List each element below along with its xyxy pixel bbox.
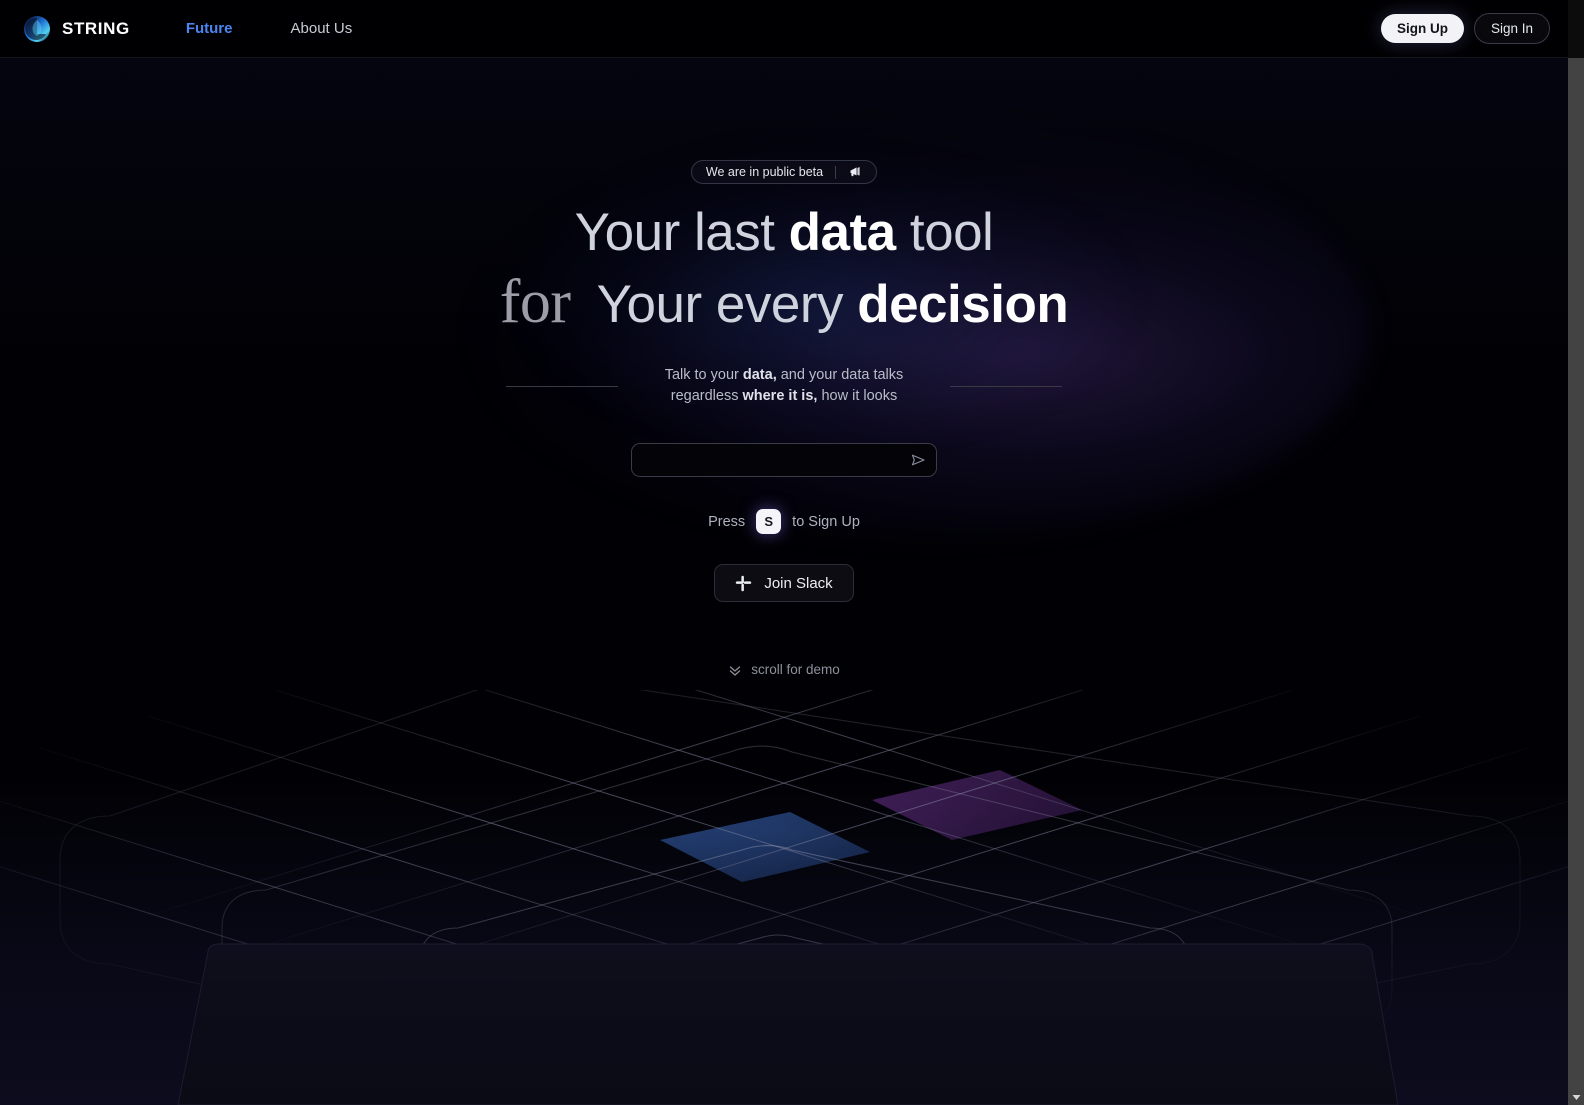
- vertical-scrollbar[interactable]: [1568, 58, 1584, 1105]
- headline-word-for: for: [499, 268, 571, 336]
- join-slack-button[interactable]: Join Slack: [714, 564, 854, 603]
- page-root: STRING Future About Us Sign Up Sign In W…: [0, 0, 1584, 1105]
- subtitle-bold-1: data,: [742, 367, 777, 383]
- public-beta-badge[interactable]: We are in public beta: [690, 160, 878, 184]
- keycap-s[interactable]: S: [756, 509, 782, 535]
- double-chevron-down-icon: [728, 663, 742, 677]
- press-hint-suffix: to Sign Up: [792, 513, 860, 530]
- badge-divider: [835, 165, 837, 179]
- press-key-hint: Press S to Sign Up: [708, 509, 860, 535]
- headline-word-data: data: [788, 203, 896, 262]
- main-nav: Future About Us: [186, 20, 352, 37]
- sign-up-button[interactable]: Sign Up: [1380, 14, 1464, 43]
- subtitle-rule-right: [950, 385, 1062, 387]
- headline-word-decision: decision: [857, 275, 1069, 334]
- subtitle-part-1: Talk to your: [664, 367, 743, 383]
- brand-logo[interactable]: STRING: [22, 14, 130, 44]
- bottom-fade-overlay: [0, 780, 1568, 1105]
- subtitle-row: Talk to your data, and your data talks r…: [0, 365, 1568, 407]
- headline-word-your-last: Your last: [574, 203, 789, 262]
- subtitle-part-3: how it looks: [817, 388, 898, 405]
- scrollbar-down-arrow[interactable]: [1568, 1089, 1584, 1105]
- string-droplet-logo-icon: [22, 14, 52, 44]
- megaphone-icon[interactable]: [848, 165, 862, 179]
- scrollbar-thumb[interactable]: [1568, 58, 1584, 130]
- public-beta-badge-label: We are in public beta: [705, 165, 824, 179]
- slack-icon: [735, 575, 752, 592]
- hero-subtitle: Talk to your data, and your data talks r…: [634, 365, 934, 407]
- brand-name: STRING: [62, 18, 130, 38]
- nav-item-future[interactable]: Future: [186, 20, 233, 37]
- headline-word-tool: tool: [895, 203, 994, 262]
- scroll-for-demo-hint[interactable]: scroll for demo: [728, 662, 840, 677]
- hero-section: We are in public beta Your last data too…: [0, 58, 1568, 677]
- search-input[interactable]: [644, 444, 910, 477]
- nav-item-about-us[interactable]: About Us: [291, 20, 353, 37]
- sign-in-button[interactable]: Sign In: [1473, 13, 1550, 44]
- browser-viewport: STRING Future About Us Sign Up Sign In W…: [0, 0, 1568, 1105]
- subtitle-rule-left: [506, 385, 618, 387]
- headline-word-your-every: Your every: [596, 275, 858, 334]
- header-actions: Sign Up Sign In: [1380, 13, 1550, 44]
- send-paper-plane-icon[interactable]: [910, 452, 926, 468]
- join-slack-label: Join Slack: [764, 574, 833, 592]
- hero-headline: Your last data tool for Your every decisi…: [499, 206, 1069, 336]
- headline-line-2: for Your every decision: [499, 268, 1069, 336]
- scrollbar-corner: [1568, 0, 1584, 58]
- scroll-for-demo-label: scroll for demo: [751, 662, 840, 678]
- subtitle-bold-2: where it is,: [742, 388, 818, 405]
- press-hint-prefix: Press: [708, 513, 746, 530]
- headline-line-1: Your last data tool: [500, 206, 1068, 259]
- site-header: STRING Future About Us Sign Up Sign In: [0, 0, 1568, 58]
- hero-search-box[interactable]: [631, 443, 937, 478]
